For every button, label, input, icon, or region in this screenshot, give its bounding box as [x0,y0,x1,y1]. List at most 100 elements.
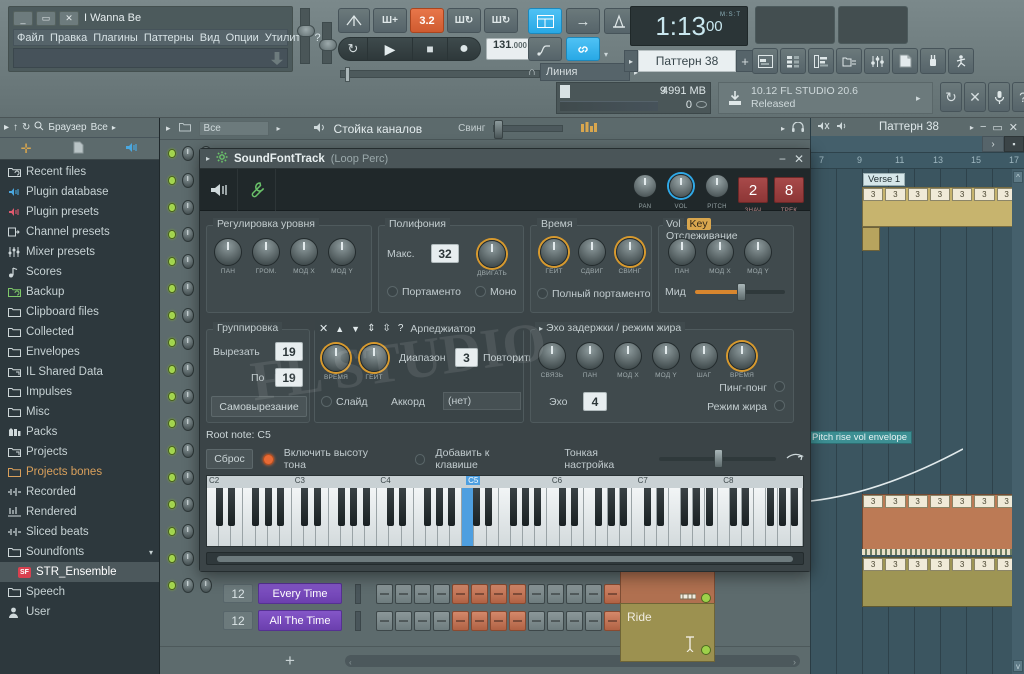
playlist-clip-tail[interactable] [862,227,880,251]
playlist-icon[interactable] [752,48,778,74]
arp-chord-value[interactable]: (нет) [443,392,521,410]
rack-filter-arrow[interactable]: ▸ [277,124,281,133]
swing-slider[interactable] [493,120,564,139]
play-button[interactable]: ▶ [367,37,413,61]
browser-item-mixer-presets[interactable]: Mixer presets [0,242,159,262]
piano-black-key[interactable] [227,488,235,526]
chevron-down-icon[interactable]: ▾ [149,548,153,557]
channel-pan-knob[interactable] [181,281,194,296]
echo-modx-knob[interactable]: МОД X [611,342,645,379]
channel-pan-knob[interactable] [181,443,194,458]
version-chevron-icon[interactable]: ▸ [916,93,932,104]
step-button[interactable] [395,610,412,631]
piano-black-key[interactable] [301,488,309,526]
song-position-handle[interactable] [345,67,350,82]
time-swing-knob[interactable]: СВИНГ [613,238,647,275]
level-pan-knob[interactable]: ПАН [211,238,245,275]
piano-black-key[interactable] [362,488,370,526]
piano-roll-icon[interactable] [808,48,834,74]
channel-number[interactable]: 12 [223,611,253,630]
browser-item-projects-bones[interactable]: Projects bones [0,462,159,482]
record-button[interactable]: ● [447,37,481,61]
minimize-button[interactable]: _ [13,11,33,26]
channel-rack-icon[interactable] [780,48,806,74]
step-button[interactable] [585,583,602,604]
skip-icon[interactable] [948,48,974,74]
mid-slider-handle[interactable] [737,283,746,301]
poly-max-value[interactable]: 32 [431,244,459,263]
channel-pan-knob[interactable] [181,200,194,215]
channel-led[interactable] [168,284,176,293]
fine-tune-slider[interactable] [658,449,776,468]
step-button[interactable] [547,610,564,631]
step-button[interactable] [433,583,450,604]
plugin-minimize-button[interactable]: − [779,152,786,166]
menu-item-plugins[interactable]: Плагины [93,32,138,44]
piano-black-key[interactable] [705,488,713,526]
tracking-pan-knob[interactable]: ПАН [665,238,699,275]
channel-led[interactable] [168,392,176,401]
rack-menu-arrow[interactable]: ▸ [166,123,171,134]
channel-led[interactable] [168,311,176,320]
master-pitch-knob[interactable] [319,39,337,51]
refresh-button[interactable]: ↻ [940,82,962,112]
tracking-modx-knob[interactable]: МОД X [703,238,737,275]
browser-item-misc[interactable]: Misc [0,402,159,422]
piano-black-key[interactable] [656,488,664,526]
plugin-expand-arrow[interactable]: ▸ [206,154,210,163]
channel-number[interactable]: 12 [223,584,253,603]
full-portamento-radio[interactable] [537,288,548,299]
channel-pan-knob[interactable] [181,254,194,269]
piano-black-key[interactable] [619,488,627,526]
browser-item-str-ensemble[interactable]: SF STR_Ensemble [0,562,159,582]
step-button[interactable] [376,583,393,604]
fatmode-radio[interactable] [774,400,785,411]
rack-horizontal-scrollbar[interactable]: ‹ › [345,654,800,667]
close-button[interactable]: ✕ [59,11,79,26]
tracking-key-tab[interactable]: Key [686,218,711,230]
black-keys[interactable] [207,488,803,526]
cut-by-value[interactable]: 19 [275,368,303,387]
channel-led[interactable] [168,149,176,158]
arp-up-icon[interactable]: ▲ [335,324,344,334]
channel-pan-knob[interactable] [181,389,194,404]
scroll-up-icon[interactable]: ^ [1013,171,1023,183]
channel-pan-knob[interactable] [181,551,194,566]
wait-for-input-button[interactable]: Ш+ [373,8,407,33]
speaker-icon[interactable] [200,168,238,211]
step-button[interactable] [452,583,469,604]
step-button[interactable] [604,583,621,604]
piano-black-key[interactable] [485,488,493,526]
echo-count-value[interactable]: 4 [583,392,607,411]
channel-led[interactable] [168,230,176,239]
song-position-slider[interactable] [340,67,540,82]
echo-pitch-knob[interactable]: ШАГ [687,342,721,379]
piano-black-key[interactable] [681,488,689,526]
playlist-clip-verse1[interactable]: 33333333 [862,187,1024,227]
tempo-display[interactable]: 131.000 [486,38,534,60]
version-banner[interactable]: 10.12 FL STUDIO 20.6 Released ▸ [718,82,933,114]
time-display[interactable]: 1:13 00 M:S:T [630,6,748,46]
enable-pitch-radio[interactable] [262,453,274,465]
channel-pan-knob[interactable] [181,335,194,350]
tracking-mody-knob[interactable]: МОД Y [741,238,775,275]
piano-black-key[interactable] [350,488,358,526]
channel-led[interactable] [168,257,176,266]
channel-pan-knob[interactable] [181,227,194,242]
pattern-selector[interactable]: ▸ Паттерн 38 + [624,50,754,72]
master-pitch-slider[interactable] [319,22,337,64]
piano-black-key[interactable] [509,488,517,526]
channel-led[interactable] [168,419,176,428]
piano-black-key[interactable] [264,488,272,526]
step-button[interactable] [471,610,488,631]
piano-black-key[interactable] [472,488,480,526]
channel-pan-knob[interactable] [181,146,194,161]
echo-feed-knob[interactable]: СВЯЗЬ [535,342,569,379]
scroll-down-icon[interactable]: v [1013,660,1023,672]
browser-chevron-icon[interactable]: ▸ [112,123,116,132]
piano-black-key[interactable] [644,488,652,526]
piano-scrollbar[interactable] [206,552,804,565]
channel-pan-knob[interactable] [181,416,194,431]
browser-item-user[interactable]: User [0,602,159,622]
add-channel-button[interactable]: + [285,651,295,671]
